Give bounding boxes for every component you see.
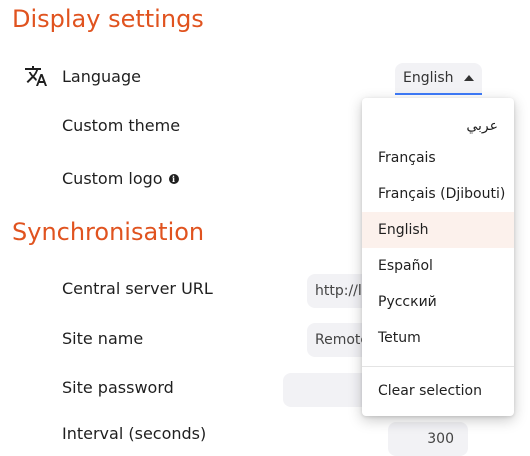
site-name-value: Remote	[315, 332, 370, 348]
language-dropdown-menu: عربي Français Français (Djibouti) Englis…	[362, 98, 514, 416]
language-label: Language	[62, 67, 141, 86]
language-option-spanish[interactable]: Español	[362, 248, 514, 284]
clear-selection-label: Clear selection	[378, 383, 482, 399]
language-select-value: English	[403, 70, 454, 86]
site-name-label: Site name	[62, 329, 143, 348]
central-server-url-label: Central server URL	[62, 279, 213, 298]
language-option-label: عربي	[466, 118, 498, 134]
language-option-label: Français (Djibouti)	[378, 186, 506, 202]
language-option-french[interactable]: Français	[362, 140, 514, 176]
custom-logo-label-text: Custom logo	[62, 169, 163, 188]
custom-logo-label: Custom logo i	[62, 169, 179, 188]
language-option-french-djibouti[interactable]: Français (Djibouti)	[362, 176, 514, 212]
language-option-tetum[interactable]: Tetum	[362, 320, 514, 356]
central-server-url-label-text: Central server URL	[62, 279, 213, 298]
language-option-label: English	[378, 222, 429, 238]
language-option-english[interactable]: English	[362, 212, 514, 248]
translate-icon	[24, 64, 48, 88]
interval-field[interactable]: 300	[388, 422, 468, 456]
caret-up-icon	[463, 75, 474, 81]
menu-divider	[362, 366, 514, 367]
language-label-text: Language	[62, 67, 141, 86]
language-option-label: Español	[378, 258, 433, 274]
interval-label-text: Interval (seconds)	[62, 424, 207, 443]
interval-value: 300	[427, 431, 454, 447]
clear-selection-item[interactable]: Clear selection	[362, 373, 514, 409]
language-option-label: Français	[378, 150, 436, 166]
display-settings-heading: Display settings	[12, 5, 204, 33]
language-option-russian[interactable]: Русский	[362, 284, 514, 320]
site-password-label: Site password	[62, 378, 174, 397]
custom-theme-label: Custom theme	[62, 116, 180, 135]
interval-label: Interval (seconds)	[62, 424, 206, 443]
language-select[interactable]: English	[395, 63, 482, 95]
language-option-label: Русский	[378, 294, 437, 310]
synchronisation-heading: Synchronisation	[12, 218, 205, 246]
language-option-label: Tetum	[378, 330, 421, 346]
language-option-arabic[interactable]: عربي	[362, 108, 514, 144]
site-password-label-text: Site password	[62, 378, 174, 397]
info-icon[interactable]: i	[168, 173, 179, 184]
site-name-label-text: Site name	[62, 329, 144, 348]
custom-theme-label-text: Custom theme	[62, 116, 181, 135]
